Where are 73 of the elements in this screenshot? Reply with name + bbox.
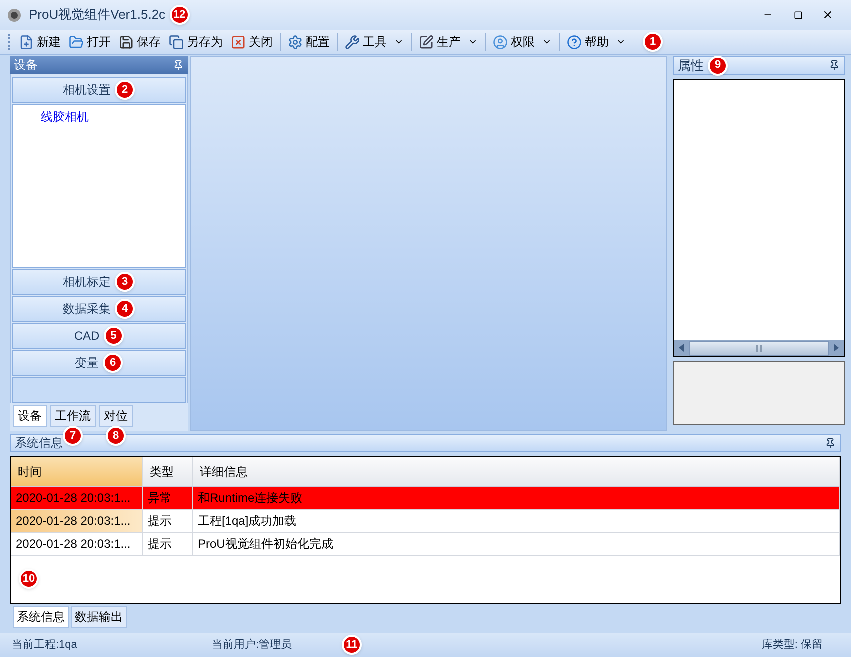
table-cell: 工程[1qa]成功加载 xyxy=(193,510,840,532)
settings-icon xyxy=(288,34,303,50)
callout-badge: 5 xyxy=(104,326,124,346)
column-header[interactable]: 类型 xyxy=(143,457,193,486)
user-icon xyxy=(493,34,508,50)
table-cell: 2020-01-28 20:03:1... xyxy=(11,510,143,532)
table-cell: 提示 xyxy=(143,533,193,555)
panel-title: 系统信息 xyxy=(15,435,63,452)
column-header[interactable]: 详细信息 xyxy=(193,457,840,486)
callout-badge: 12 xyxy=(170,5,190,25)
callout-badge: 10 xyxy=(19,569,39,590)
app-icon xyxy=(8,8,21,22)
pin-icon[interactable] xyxy=(825,438,836,448)
wrench-icon xyxy=(345,34,360,50)
panel-title: 设备 xyxy=(14,57,38,74)
close-icon xyxy=(822,9,834,21)
maximize-icon xyxy=(794,10,802,20)
log-row[interactable]: 2020-01-28 20:03:1... 提示 ProU视觉组件初始化完成 xyxy=(11,533,840,556)
toolbar-button[interactable]: 另存为 xyxy=(166,31,226,53)
table-cell: 提示 xyxy=(143,510,193,532)
close-icon xyxy=(231,34,246,50)
callout-badge: 6 xyxy=(103,353,123,373)
nav-section-button[interactable]: 变量 6 xyxy=(12,350,186,376)
table-cell: 异常 xyxy=(143,487,193,509)
column-header[interactable]: 时间 xyxy=(11,457,143,486)
nav-section-button[interactable]: 相机设置 2 xyxy=(12,77,186,103)
table-cell: 2020-01-28 20:03:1... xyxy=(11,487,143,509)
panel-tab[interactable]: 工作流 xyxy=(50,405,96,427)
nav-section-button[interactable]: 相机标定 3 xyxy=(12,269,186,295)
horizontal-scrollbar[interactable] xyxy=(674,340,844,356)
nav-section-button[interactable]: CAD 5 xyxy=(12,323,186,349)
help-icon xyxy=(567,34,582,50)
nav-section-button[interactable]: 数据采集 4 xyxy=(12,296,186,322)
toolbar-button[interactable]: 保存 xyxy=(116,31,164,53)
status-text: 当前工程:1qa xyxy=(12,638,78,653)
table-cell: 2020-01-28 20:03:1... xyxy=(11,533,143,555)
toolbar-button[interactable]: 帮助 xyxy=(564,31,629,53)
callout-badge: 4 xyxy=(115,299,135,319)
toolbar-button[interactable]: 打开 xyxy=(66,31,114,53)
toolbar-button[interactable]: 工具 xyxy=(342,31,407,53)
window-title: ProU视觉组件Ver1.5.2c xyxy=(29,6,166,24)
callout-badge: 9 xyxy=(708,56,728,76)
panel-tab[interactable]: 系统信息 xyxy=(13,606,69,628)
panel-tab[interactable]: 对位 xyxy=(99,405,133,427)
callout-badge: 2 xyxy=(115,80,135,100)
status-text: 当前用户:管理员 xyxy=(212,638,292,653)
table-cell: ProU视觉组件初始化完成 xyxy=(193,533,840,555)
list-item[interactable]: 线胶相机 xyxy=(41,108,89,126)
file-plus-icon xyxy=(19,34,34,50)
callout-badge: 11 xyxy=(342,635,362,655)
panel-tab[interactable]: 设备 xyxy=(13,405,47,427)
toolbar-button[interactable]: 关闭 xyxy=(228,31,276,53)
folder-icon xyxy=(69,34,84,50)
panel-title: 属性 xyxy=(678,56,704,75)
pin-icon[interactable] xyxy=(173,60,184,70)
panel-tab[interactable]: 数据输出 xyxy=(71,606,127,628)
scroll-left-icon[interactable] xyxy=(679,344,684,352)
log-row[interactable]: 2020-01-28 20:03:1... 提示 工程[1qa]成功加载 xyxy=(11,510,840,533)
toolbar-button[interactable]: 权限 xyxy=(490,31,555,53)
save-icon xyxy=(119,34,134,50)
edit-icon xyxy=(419,34,434,50)
toolbar-button[interactable]: 配置 xyxy=(285,31,333,53)
status-text: 库类型: 保留 xyxy=(762,638,823,653)
log-row[interactable]: 2020-01-28 20:03:1... 异常 和Runtime连接失败 xyxy=(11,487,840,510)
toolbar-button[interactable]: 生产 xyxy=(416,31,481,53)
callout-badge: 1 xyxy=(643,32,663,52)
copy-icon xyxy=(169,34,184,50)
table-cell: 和Runtime连接失败 xyxy=(193,487,840,509)
pin-icon[interactable] xyxy=(829,60,840,71)
callout-badge: 3 xyxy=(115,272,135,292)
scroll-right-icon[interactable] xyxy=(834,344,839,352)
toolbar-button[interactable]: 新建 xyxy=(16,31,64,53)
scroll-thumb[interactable] xyxy=(689,340,829,356)
